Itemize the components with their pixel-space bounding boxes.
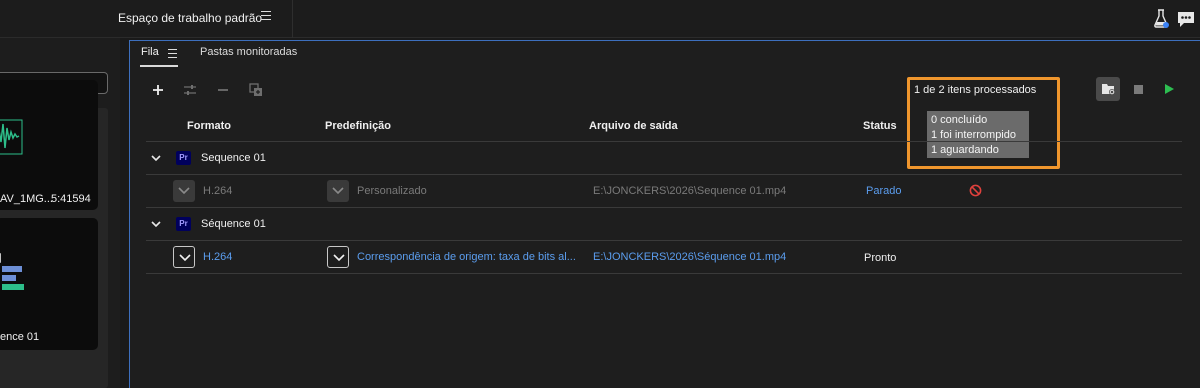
chevron-down-icon [179, 254, 191, 262]
media-item-duration: 5:41594 [51, 193, 91, 205]
format-value[interactable]: H.264 [203, 185, 232, 197]
divider [292, 0, 293, 38]
stop-icon[interactable] [1134, 85, 1143, 94]
column-header-arquivo[interactable]: Arquivo de saída [589, 120, 678, 132]
divider [146, 174, 1182, 175]
folder-settings-icon [1102, 84, 1115, 95]
group-title: Sequence 01 [201, 152, 266, 164]
preset-value[interactable]: Personalizado [357, 185, 427, 197]
chevron-down-icon [332, 187, 344, 195]
chevron-down-icon[interactable] [151, 153, 161, 163]
divider [146, 141, 1182, 142]
chevron-down-icon[interactable] [151, 219, 161, 229]
play-icon[interactable] [1165, 84, 1174, 94]
column-header-formato[interactable]: Formato [187, 120, 231, 132]
no-entry-icon [969, 184, 982, 197]
tab-menu-icon[interactable] [168, 49, 177, 61]
duplicate-icon[interactable] [248, 82, 264, 98]
preset-dropdown[interactable] [327, 246, 349, 268]
plus-icon[interactable] [150, 82, 166, 98]
workspace-title[interactable]: Espaço de trabalho padrão [118, 11, 262, 25]
chevron-down-icon [178, 187, 190, 195]
minus-icon[interactable] [215, 82, 231, 98]
format-dropdown[interactable] [173, 180, 195, 202]
settings-sliders-icon[interactable] [182, 82, 198, 98]
waveform-icon [0, 119, 23, 155]
status-label: Parado [866, 185, 902, 197]
format-value[interactable]: H.264 [203, 251, 232, 263]
media-item-name: AV_1MG... [0, 193, 53, 205]
output-folder-settings-button[interactable] [1096, 77, 1120, 101]
column-header-status[interactable]: Status [863, 120, 897, 132]
chat-icon[interactable] [1177, 10, 1195, 28]
divider [146, 207, 1182, 208]
media-thumbnail-audio[interactable] [0, 80, 98, 210]
output-file-path[interactable]: E:\JONCKERS\2026\Sequence 01.mp4 [593, 185, 786, 197]
preset-value[interactable]: Correspondência de origem: taxa de bits … [357, 251, 576, 263]
callout-highlight-box [907, 77, 1060, 169]
format-dropdown[interactable] [173, 246, 195, 268]
flask-icon[interactable] [1153, 9, 1169, 29]
workspace-menu-icon[interactable] [261, 11, 271, 23]
divider [146, 273, 1182, 274]
premiere-pro-icon: Pr [176, 151, 191, 165]
status-label: Pronto [864, 252, 897, 264]
premiere-pro-icon: Pr [176, 217, 191, 231]
chevron-down-icon [333, 254, 345, 262]
top-bar: Espaço de trabalho padrão [0, 0, 1200, 38]
group-title: Séquence 01 [201, 218, 266, 230]
media-item-name: ence 01 [0, 331, 40, 343]
divider [146, 240, 1182, 241]
tab-active-indicator [140, 65, 178, 67]
output-file-path[interactable]: E:\JONCKERS\2026\Séquence 01.mp4 [593, 251, 786, 263]
tab-fila[interactable]: Fila [141, 46, 159, 58]
tab-pastas-monitoradas[interactable]: Pastas monitoradas [200, 46, 297, 58]
preset-dropdown[interactable] [327, 180, 349, 202]
column-header-predefinicao[interactable]: Predefinição [325, 120, 391, 132]
